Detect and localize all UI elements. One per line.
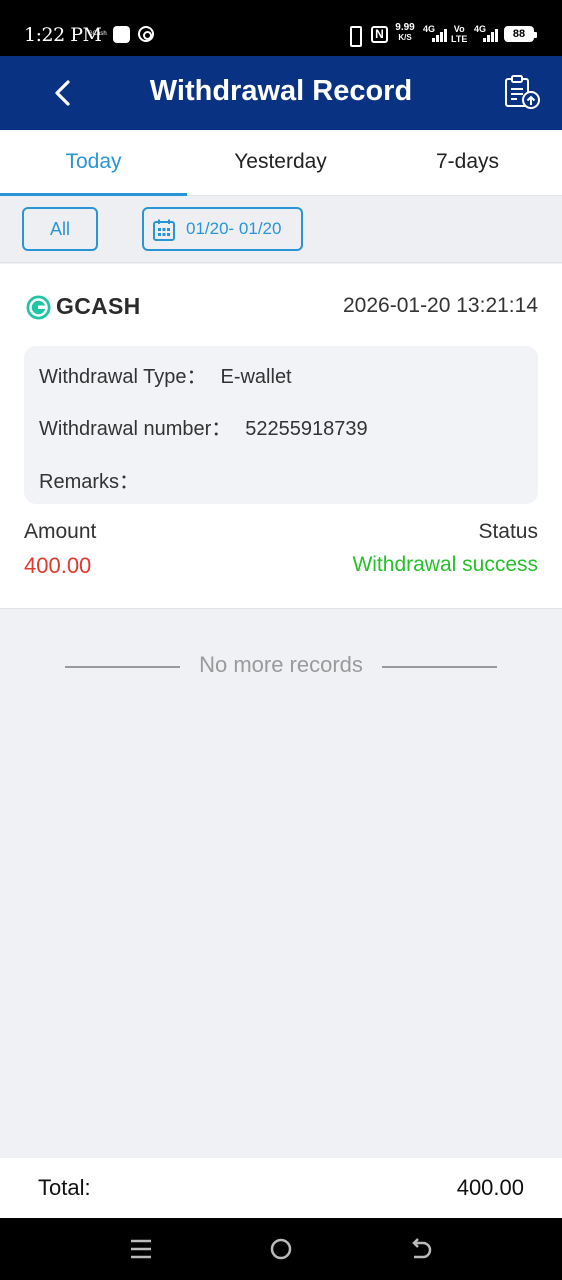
gcash-notification-icon: GCash <box>88 31 107 37</box>
date-tabs: Today Yesterday 7-days <box>0 130 562 196</box>
date-range-button[interactable]: 01/20- 01/20 <box>142 207 303 251</box>
back-nav-icon[interactable] <box>408 1237 434 1261</box>
signal-icon: 4G <box>423 24 447 44</box>
recent-apps-icon[interactable] <box>128 1237 154 1261</box>
status-value: Withdrawal success <box>352 553 538 576</box>
home-icon[interactable] <box>268 1237 294 1261</box>
withdrawal-number-value: 52255918739 <box>245 418 368 440</box>
clipboard-upload-icon[interactable] <box>502 75 542 111</box>
status-label: Status <box>478 520 538 543</box>
vibrate-icon <box>346 26 362 47</box>
record-datetime: 2026-01-20 13:21:14 <box>343 294 538 317</box>
whatsapp-icon <box>113 26 130 43</box>
nfc-icon: N <box>371 26 388 43</box>
app-header: Withdrawal Record <box>0 56 562 130</box>
remarks-row: Remarks： <box>39 465 153 494</box>
withdrawal-type-row: Withdrawal Type： E-wallet <box>39 360 292 389</box>
filter-bar: All 01/20- 01/20 <box>0 196 562 263</box>
battery-icon: 88 <box>504 26 537 42</box>
withdrawal-type-value: E-wallet <box>220 366 292 388</box>
withdrawal-type-label: Withdrawal Type： <box>39 366 207 388</box>
volte-indicator: Vo LTE <box>451 24 468 44</box>
sync-icon <box>138 26 154 42</box>
record-details: Withdrawal Type： E-wallet Withdrawal numb… <box>24 346 538 504</box>
total-label: Total: <box>38 1175 91 1200</box>
page-title: Withdrawal Record <box>149 75 413 107</box>
end-of-list: No more records <box>0 650 562 682</box>
amount-value: 400.00 <box>24 553 92 578</box>
network-speed: 9.99 K/S <box>395 22 415 43</box>
calendar-icon <box>153 219 175 241</box>
total-value: 400.00 <box>456 1175 524 1200</box>
total-bar: Total: 400.00 <box>0 1158 562 1218</box>
remarks-label: Remarks： <box>39 471 140 493</box>
withdrawal-number-label: Withdrawal number： <box>39 418 232 440</box>
no-more-records-text: No more records <box>199 652 363 677</box>
divider-right <box>382 666 497 668</box>
withdrawal-number-row: Withdrawal number： 52255918739 <box>39 412 368 441</box>
signal-icon-2: 4G <box>474 24 498 44</box>
system-nav-bar <box>0 1218 562 1280</box>
withdrawal-record-card[interactable]: GCASH 2026-01-20 13:21:14 Withdrawal Typ… <box>0 264 562 609</box>
date-range-label: 01/20- 01/20 <box>186 219 282 238</box>
status-bar: 1:22 PM GCash N 9.99 K/S 4G Vo LTE 4G 88 <box>0 0 562 56</box>
tab-yesterday[interactable]: Yesterday <box>187 130 374 196</box>
tab-today[interactable]: Today <box>0 130 187 196</box>
gcash-logo-icon <box>26 295 51 320</box>
amount-label: Amount <box>24 520 97 543</box>
wallet-brand: GCASH <box>56 293 141 319</box>
tab-7-days[interactable]: 7-days <box>374 130 561 196</box>
all-filter-button[interactable]: All <box>22 207 98 251</box>
